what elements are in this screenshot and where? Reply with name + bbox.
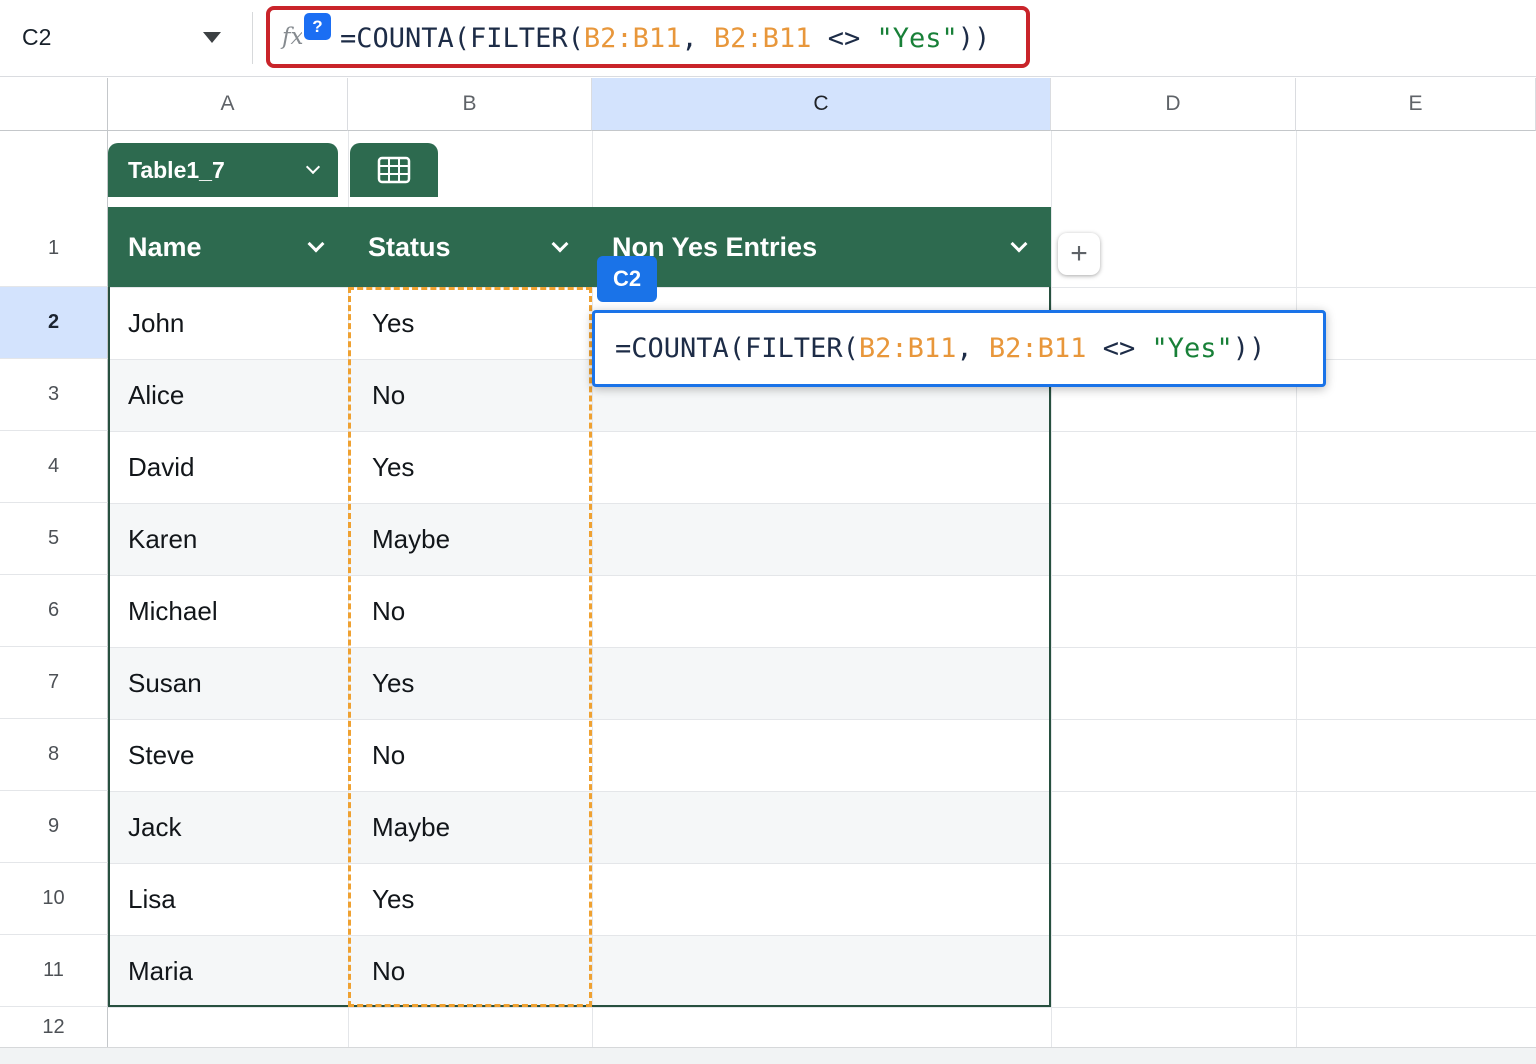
formula-segment: "Yes" bbox=[1151, 333, 1233, 364]
row-header-7[interactable]: 7 bbox=[0, 647, 108, 719]
formula-segment: <> bbox=[811, 23, 877, 54]
formula-segment: "Yes" bbox=[876, 23, 958, 54]
table-header-name[interactable]: Name bbox=[108, 207, 348, 287]
table-header-label: Name bbox=[128, 231, 202, 262]
formula-segment: , bbox=[956, 333, 989, 364]
cell-name[interactable]: Karen bbox=[108, 503, 348, 575]
gridline bbox=[1051, 131, 1052, 1047]
gridline bbox=[1296, 131, 1297, 1047]
cell-name[interactable]: Susan bbox=[108, 647, 348, 719]
chevron-down-icon[interactable] bbox=[1010, 235, 1028, 253]
row-header-11[interactable]: 11 bbox=[0, 935, 108, 1007]
formula-segment: =COUNTA(FILTER( bbox=[340, 23, 584, 54]
cell-status[interactable]: Yes bbox=[348, 287, 592, 359]
formula-segment: )) bbox=[1232, 333, 1266, 364]
formula-bar-divider bbox=[252, 12, 253, 64]
formula-segment: B2:B11 bbox=[858, 333, 957, 364]
formula-input[interactable]: =COUNTA(FILTER(B2:B11, B2:B11 <> "Yes")) bbox=[340, 0, 990, 77]
cell-name[interactable]: Maria bbox=[108, 935, 348, 1007]
fx-icon: fx bbox=[282, 24, 304, 50]
row-header-10[interactable]: 10 bbox=[0, 863, 108, 935]
table-grid-icon bbox=[377, 156, 411, 184]
table-range-button[interactable] bbox=[350, 143, 438, 197]
help-badge-icon: ? bbox=[304, 13, 331, 40]
cell-name[interactable]: Jack bbox=[108, 791, 348, 863]
cell-name[interactable]: Steve bbox=[108, 719, 348, 791]
cell-name[interactable]: John bbox=[108, 287, 348, 359]
active-cell-badge: C2 bbox=[597, 256, 657, 302]
spreadsheet-app: A B C D E 1 2 3 4 5 6 7 8 9 10 11 12 Joh… bbox=[0, 0, 1536, 1064]
add-column-button[interactable]: + bbox=[1058, 233, 1100, 275]
cell-reference-box[interactable]: C2 bbox=[22, 24, 51, 51]
select-all-corner[interactable] bbox=[0, 78, 108, 131]
row-header-5[interactable]: 5 bbox=[0, 503, 108, 575]
cell-status[interactable]: No bbox=[348, 575, 592, 647]
row-header-1[interactable]: 1 bbox=[0, 131, 108, 287]
cell-name[interactable]: Alice bbox=[108, 359, 348, 431]
table-name-chip[interactable]: Table1_7 bbox=[108, 143, 338, 197]
formula-segment: B2:B11 bbox=[583, 23, 682, 54]
formula-segment: , bbox=[681, 23, 714, 54]
row-header-6[interactable]: 6 bbox=[0, 575, 108, 647]
formula-segment: )) bbox=[957, 23, 991, 54]
table-name-label: Table1_7 bbox=[128, 156, 225, 183]
cell-status[interactable]: Yes bbox=[348, 431, 592, 503]
cell-editor-popup[interactable]: =COUNTA(FILTER(B2:B11, B2:B11 <> "Yes")) bbox=[592, 310, 1326, 387]
column-header-e[interactable]: E bbox=[1296, 78, 1536, 131]
cell-status[interactable]: Maybe bbox=[348, 503, 592, 575]
formula-segment: B2:B11 bbox=[988, 333, 1087, 364]
cell-status[interactable]: Maybe bbox=[348, 791, 592, 863]
cell-status[interactable]: No bbox=[348, 935, 592, 1007]
chevron-down-icon[interactable] bbox=[307, 235, 325, 253]
table-header-non-yes-entries[interactable]: Non Yes Entries bbox=[592, 207, 1051, 287]
row-header-4[interactable]: 4 bbox=[0, 431, 108, 503]
formula-segment: <> bbox=[1086, 333, 1152, 364]
column-header-d[interactable]: D bbox=[1051, 78, 1296, 131]
gridline bbox=[0, 1007, 1536, 1008]
table-header-label: Status bbox=[368, 231, 451, 262]
formula-segment: =COUNTA(FILTER( bbox=[615, 333, 859, 364]
row-header-3[interactable]: 3 bbox=[0, 359, 108, 431]
cell-name[interactable]: David bbox=[108, 431, 348, 503]
name-box-dropdown-icon[interactable] bbox=[203, 32, 221, 43]
row-header-2[interactable]: 2 bbox=[0, 287, 108, 359]
cell-status[interactable]: Yes bbox=[348, 863, 592, 935]
column-header-b[interactable]: B bbox=[348, 78, 592, 131]
cell-name[interactable]: Lisa bbox=[108, 863, 348, 935]
cell-name[interactable]: Michael bbox=[108, 575, 348, 647]
row-header-8[interactable]: 8 bbox=[0, 719, 108, 791]
cell-status[interactable]: Yes bbox=[348, 647, 592, 719]
chevron-down-icon bbox=[305, 159, 321, 175]
column-header-a[interactable]: A bbox=[108, 78, 348, 131]
formula-segment: B2:B11 bbox=[713, 23, 812, 54]
row-header-12[interactable]: 12 bbox=[0, 1007, 108, 1047]
bottom-strip bbox=[0, 1047, 1536, 1064]
cell-status[interactable]: No bbox=[348, 719, 592, 791]
formula-bar: C2 fx ? =COUNTA(FILTER(B2:B11, B2:B11 <>… bbox=[0, 0, 1536, 77]
cell-status[interactable]: No bbox=[348, 359, 592, 431]
table-header-status[interactable]: Status bbox=[348, 207, 592, 287]
chevron-down-icon[interactable] bbox=[551, 235, 569, 253]
row-header-9[interactable]: 9 bbox=[0, 791, 108, 863]
column-header-c[interactable]: C bbox=[592, 78, 1051, 131]
